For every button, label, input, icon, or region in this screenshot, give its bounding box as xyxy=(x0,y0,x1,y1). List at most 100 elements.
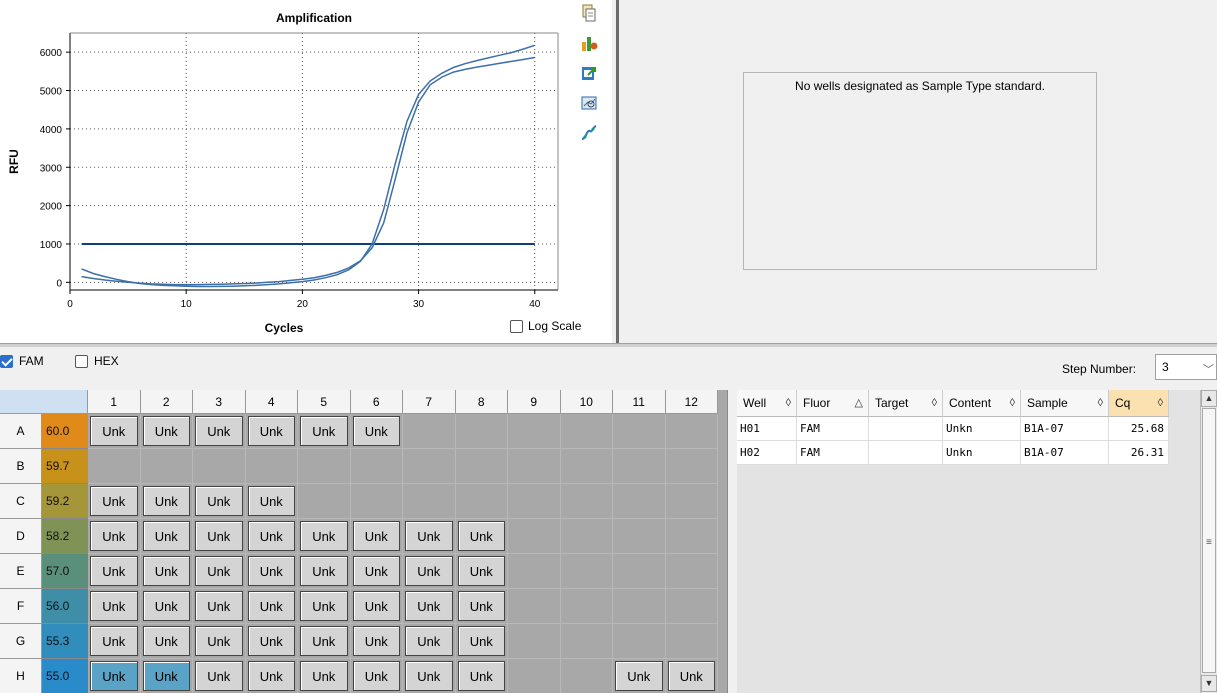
plate-cell[interactable]: Unk xyxy=(455,554,508,589)
plate-cell[interactable] xyxy=(665,484,718,519)
well-E3[interactable]: Unk xyxy=(195,556,243,586)
column-header-11[interactable]: 11 xyxy=(613,390,666,414)
plate-cell[interactable] xyxy=(298,449,351,484)
table-cell[interactable]: H01 xyxy=(737,417,797,441)
scrollbar-thumb[interactable]: ≡ xyxy=(1202,408,1216,673)
plate-cell[interactable] xyxy=(455,449,508,484)
plate-cell[interactable] xyxy=(508,519,561,554)
plate-cell[interactable] xyxy=(560,484,613,519)
plate-cell[interactable] xyxy=(613,624,666,659)
table-cell[interactable] xyxy=(869,441,943,465)
well-H1[interactable]: Unk xyxy=(90,661,138,691)
plate-cell[interactable] xyxy=(560,554,613,589)
plate-cell[interactable]: Unk xyxy=(403,659,456,693)
well-D5[interactable]: Unk xyxy=(300,521,348,551)
row-header-C[interactable]: C xyxy=(0,484,42,519)
column-header-12[interactable]: 12 xyxy=(665,390,718,414)
plate-cell[interactable]: Unk xyxy=(193,554,246,589)
plate-cell[interactable]: Unk xyxy=(141,659,193,693)
sort-arrow-icon[interactable]: △ xyxy=(855,390,863,417)
plate-cell[interactable] xyxy=(508,659,561,693)
plate-cell[interactable]: Unk xyxy=(403,519,456,554)
well-F8[interactable]: Unk xyxy=(457,591,505,621)
well-C3[interactable]: Unk xyxy=(195,486,243,516)
well-A2[interactable]: Unk xyxy=(142,416,190,446)
plate-cell[interactable]: Unk xyxy=(455,519,508,554)
well-E5[interactable]: Unk xyxy=(300,556,348,586)
plate-cell[interactable]: Unk xyxy=(455,589,508,624)
plate-cell[interactable] xyxy=(193,449,246,484)
plate-cell[interactable]: Unk xyxy=(246,659,298,693)
column-header-target[interactable]: Target ◊ xyxy=(869,390,943,417)
plate-cell[interactable] xyxy=(245,449,298,484)
row-header-F[interactable]: F xyxy=(0,589,42,624)
well-G4[interactable]: Unk xyxy=(247,626,295,656)
sort-arrow-icon[interactable]: ◊ xyxy=(786,390,791,417)
plate-cell[interactable]: Unk xyxy=(245,414,298,449)
plate-cell[interactable]: Unk xyxy=(298,589,351,624)
row-header-H[interactable]: H xyxy=(0,659,42,693)
well-E2[interactable]: Unk xyxy=(142,556,190,586)
plate-cell[interactable] xyxy=(665,554,718,589)
plate-cell[interactable] xyxy=(665,624,718,659)
well-G8[interactable]: Unk xyxy=(457,626,505,656)
plate-grid[interactable]: 1 2 3 4 5 6 7 8 9 10 11 12 A 60.0 Unk Unk Unk Unk Unk Unk B 5… xyxy=(0,390,728,693)
column-header-10[interactable]: 10 xyxy=(560,390,613,414)
plate-cell[interactable]: Unk xyxy=(140,519,193,554)
plate-cell[interactable] xyxy=(665,519,718,554)
hex-checkbox[interactable] xyxy=(75,354,88,368)
well-H6[interactable]: Unk xyxy=(352,661,400,691)
plate-cell[interactable]: Unk xyxy=(193,659,246,693)
plate-cell[interactable]: Unk xyxy=(88,659,141,693)
row-header-A[interactable]: A xyxy=(0,414,42,449)
plate-cell[interactable] xyxy=(508,484,561,519)
plate-cell[interactable]: Unk xyxy=(245,484,298,519)
plate-cell[interactable] xyxy=(350,484,403,519)
plate-cell[interactable]: Unk xyxy=(403,554,456,589)
well-F5[interactable]: Unk xyxy=(300,591,348,621)
well-A5[interactable]: Unk xyxy=(300,416,348,446)
fluor-option-hex[interactable]: HEX xyxy=(75,354,119,368)
plate-cell[interactable]: Unk xyxy=(88,484,141,519)
well-H5[interactable]: Unk xyxy=(300,661,348,691)
well-H8[interactable]: Unk xyxy=(457,661,505,691)
well-A6[interactable]: Unk xyxy=(352,416,400,446)
column-header-sample[interactable]: Sample ◊ xyxy=(1021,390,1109,417)
plate-cell[interactable]: Unk xyxy=(88,624,141,659)
well-D8[interactable]: Unk xyxy=(457,521,505,551)
well-D6[interactable]: Unk xyxy=(352,521,400,551)
table-cell[interactable]: Unkn xyxy=(943,417,1021,441)
well-F4[interactable]: Unk xyxy=(247,591,295,621)
row-header-E[interactable]: E xyxy=(0,554,42,589)
table-cell[interactable]: B1A-07 xyxy=(1021,441,1109,465)
plate-cell[interactable]: Unk xyxy=(140,554,193,589)
plate-cell[interactable]: Unk xyxy=(140,414,193,449)
plate-cell[interactable]: Unk xyxy=(298,519,351,554)
plate-cell[interactable] xyxy=(88,449,141,484)
well-F7[interactable]: Unk xyxy=(405,591,453,621)
table-cell[interactable]: B1A-07 xyxy=(1021,417,1109,441)
log-scale-checkbox[interactable] xyxy=(510,319,523,333)
well-G7[interactable]: Unk xyxy=(405,626,453,656)
plate-cell[interactable]: Unk xyxy=(193,589,246,624)
well-E4[interactable]: Unk xyxy=(247,556,295,586)
plate-cell[interactable] xyxy=(560,624,613,659)
well-F1[interactable]: Unk xyxy=(90,591,138,621)
plate-cell[interactable] xyxy=(508,554,561,589)
plate-cell[interactable]: Unk xyxy=(350,519,403,554)
plate-cell[interactable] xyxy=(560,589,613,624)
plate-cell[interactable] xyxy=(665,414,718,449)
plate-cell[interactable]: Unk xyxy=(351,659,403,693)
plate-cell[interactable] xyxy=(508,449,561,484)
plate-cell[interactable]: Unk xyxy=(666,659,718,693)
scroll-down-arrow-icon[interactable]: ▼ xyxy=(1201,675,1217,692)
table-cell[interactable]: FAM xyxy=(797,417,869,441)
vertical-splitter[interactable] xyxy=(616,0,619,343)
chart-settings-icon[interactable] xyxy=(580,34,598,52)
plate-cell[interactable]: Unk xyxy=(298,659,351,693)
well-H4[interactable]: Unk xyxy=(247,661,295,691)
well-F2[interactable]: Unk xyxy=(142,591,190,621)
plate-cell[interactable]: Unk xyxy=(350,589,403,624)
well-H2[interactable]: Unk xyxy=(142,661,190,691)
well-G5[interactable]: Unk xyxy=(300,626,348,656)
